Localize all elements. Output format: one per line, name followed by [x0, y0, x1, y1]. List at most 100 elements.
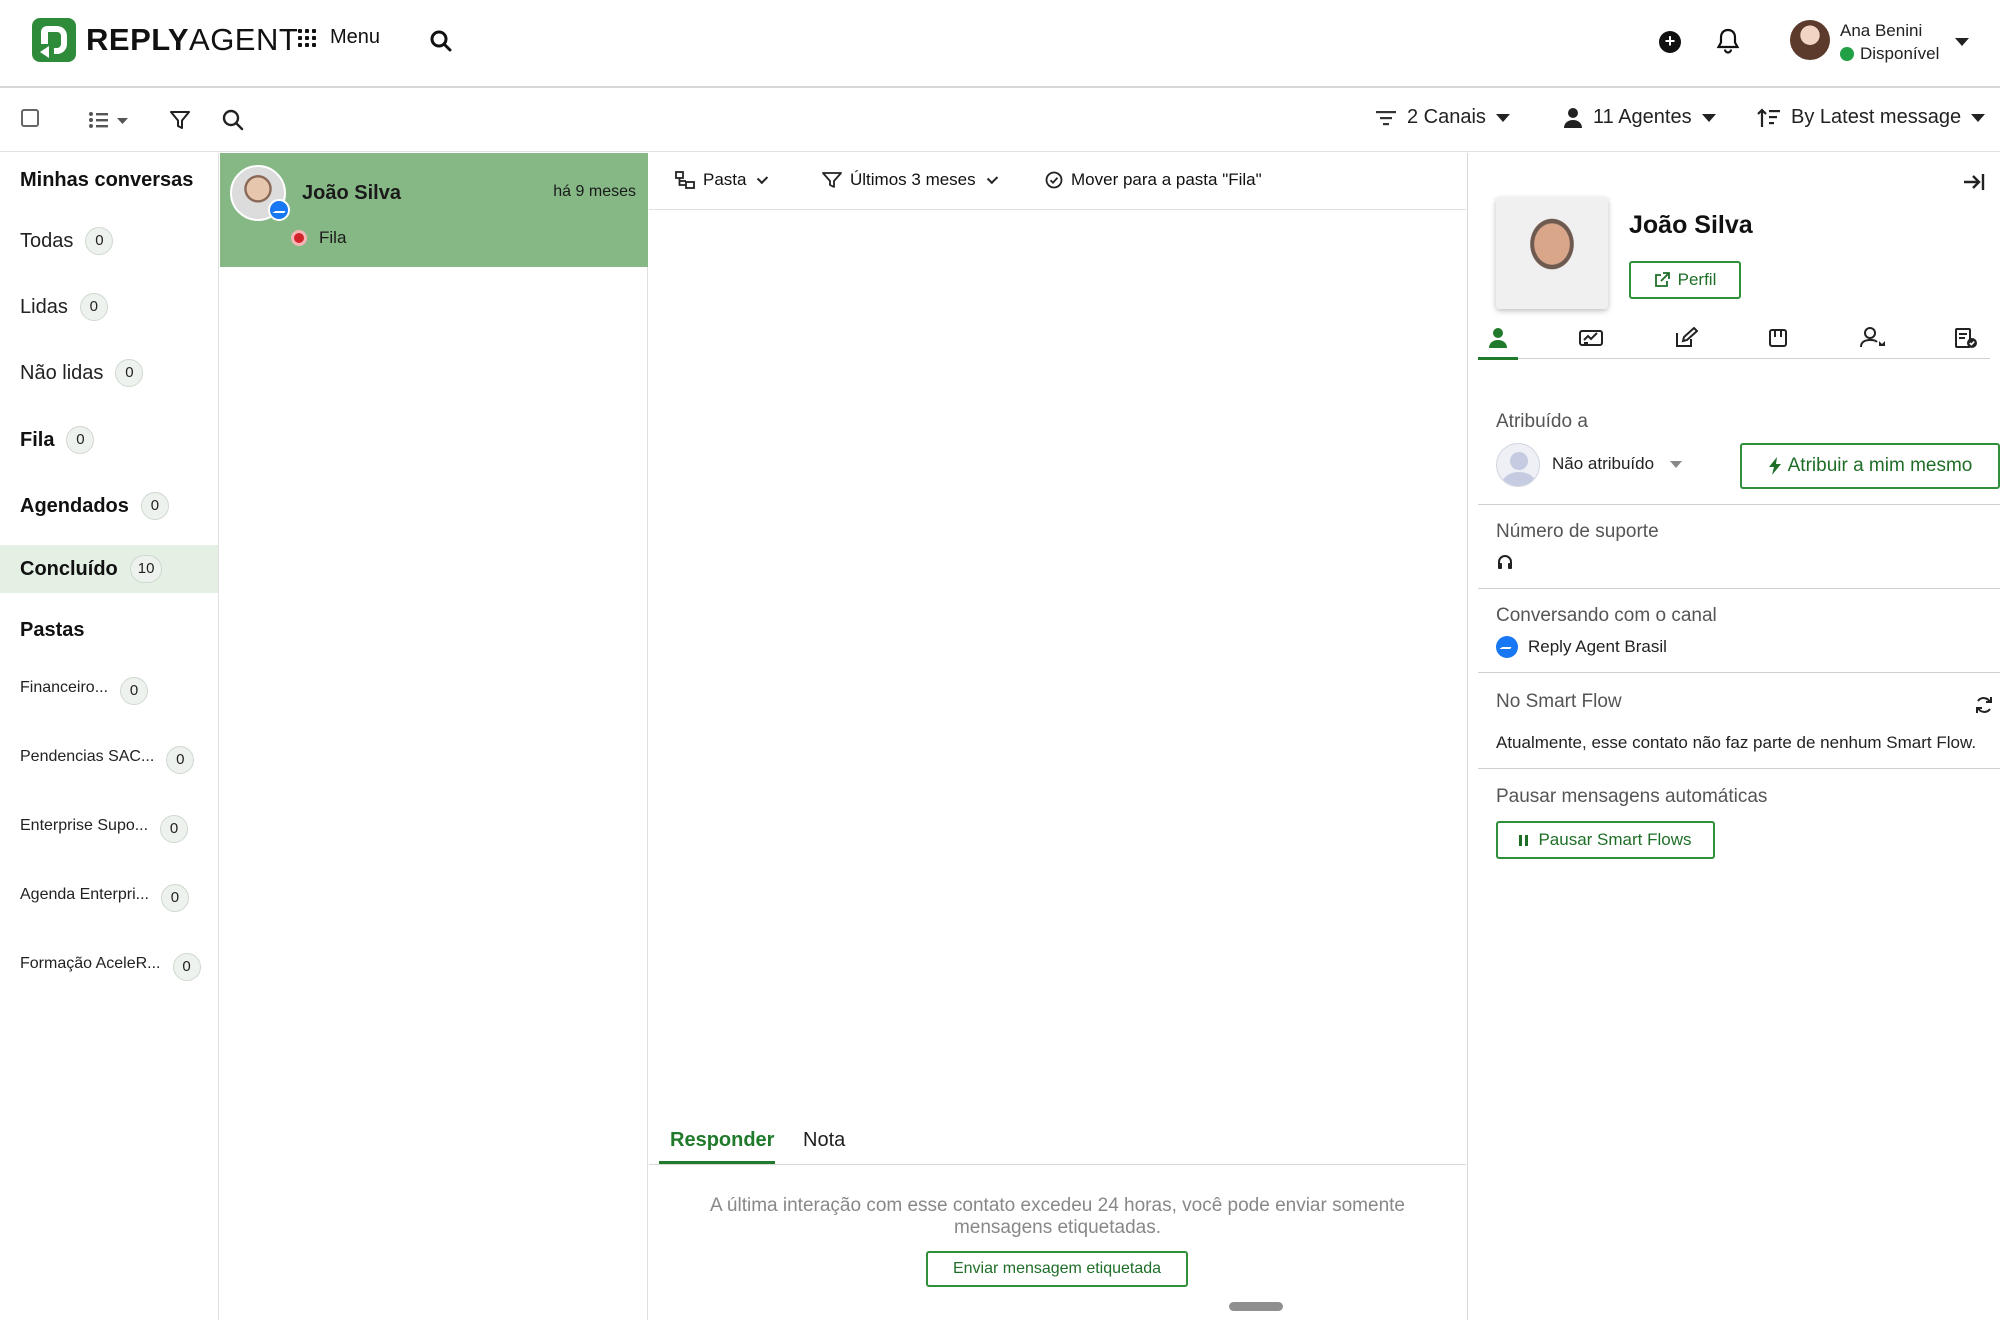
- add-circle-icon[interactable]: +: [1659, 31, 1681, 53]
- sort-dropdown[interactable]: By Latest message: [1757, 106, 1986, 129]
- tab-note[interactable]: Nota: [803, 1129, 845, 1152]
- sidebar-item-todas[interactable]: Todas 0: [0, 217, 218, 265]
- resize-handle[interactable]: [1229, 1302, 1283, 1311]
- filter-icon[interactable]: [169, 109, 191, 136]
- assignee-dropdown[interactable]: Não atribuído: [1552, 454, 1683, 474]
- refresh-icon[interactable]: [1974, 695, 1994, 720]
- conversation-name: João Silva: [302, 182, 401, 204]
- chevron-down-icon: [1701, 113, 1716, 122]
- folder-tree-icon: [675, 171, 695, 189]
- sidebar-item-label: Lidas: [20, 295, 68, 318]
- smart-flow-label: No Smart Flow: [1496, 691, 1622, 712]
- period-dropdown-label: Últimos 3 meses: [850, 170, 976, 189]
- collapse-panel-icon[interactable]: [1962, 171, 1986, 198]
- assign-user-tab-icon[interactable]: [1860, 327, 1886, 354]
- sort-icon: [1757, 107, 1780, 127]
- profile-button[interactable]: Perfil: [1629, 261, 1741, 299]
- channel-label: Conversando com o canal: [1496, 605, 1717, 626]
- count-badge: 0: [85, 227, 114, 255]
- folder-item-formacao-aceler[interactable]: Formação AceleR... 0: [0, 940, 218, 988]
- folder-label: Pendencias SAC...: [20, 748, 155, 765]
- sidebar-item-nao-lidas[interactable]: Não lidas 0: [0, 349, 218, 397]
- messenger-icon: [1496, 636, 1518, 658]
- my-conversations-heading: Minhas conversas: [20, 169, 194, 191]
- conversation-status: Fila: [319, 228, 347, 247]
- sidebar-item-label: Agendados: [20, 494, 129, 517]
- view-mode-dropdown[interactable]: [88, 111, 128, 134]
- tab-reply[interactable]: Responder: [670, 1129, 774, 1152]
- pause-smart-flows-button[interactable]: Pausar Smart Flows: [1496, 821, 1715, 859]
- chat-panel: Pasta Últimos 3 meses Mover para a pasta…: [649, 153, 1466, 1320]
- user-avatar[interactable]: [1790, 20, 1830, 60]
- apps-grid-icon: [298, 28, 316, 47]
- headset-icon: [1496, 553, 1514, 576]
- folder-label: Enterprise Supo...: [20, 817, 149, 834]
- folder-item-pendencias-sac[interactable]: Pendencias SAC... 0: [0, 733, 218, 781]
- sidebar-item-label: Fila: [20, 428, 55, 451]
- period-dropdown[interactable]: Últimos 3 meses: [822, 170, 998, 190]
- divider: [1478, 588, 2000, 589]
- menu-button[interactable]: Menu: [298, 26, 380, 49]
- logo-icon: [32, 18, 76, 62]
- search-icon[interactable]: [430, 30, 452, 57]
- search-icon[interactable]: [222, 109, 244, 136]
- deals-tab-icon[interactable]: [1578, 327, 1604, 354]
- smart-flow-text: Atualmente, esse contato não faz parte d…: [1496, 733, 1977, 752]
- sidebar-item-fila[interactable]: Fila 0: [0, 416, 218, 464]
- chat-toolbar: Pasta Últimos 3 meses Mover para a pasta…: [649, 153, 1466, 210]
- select-all-checkbox[interactable]: [21, 109, 39, 127]
- count-badge: 0: [160, 884, 189, 912]
- user-name[interactable]: Ana Benini: [1840, 21, 1922, 41]
- move-to-queue-button[interactable]: Mover para a pasta "Fila": [1045, 170, 1262, 190]
- edit-tab-icon[interactable]: [1674, 326, 1699, 354]
- pause-messages-label: Pausar mensagens automáticas: [1496, 786, 1768, 807]
- conversation-item[interactable]: João Silva há 9 meses Fila: [220, 153, 648, 267]
- user-status[interactable]: Disponível: [1840, 44, 1939, 64]
- app-root: REPLYAGENT Menu + Ana Benini Disponível: [0, 0, 2000, 1320]
- folder-item-enterprise-suporte[interactable]: Enterprise Supo... 0: [0, 802, 218, 850]
- count-badge: 0: [79, 293, 108, 321]
- count-badge: 0: [115, 359, 144, 387]
- assigned-to-label: Atribuído a: [1496, 411, 1588, 432]
- folders-heading: Pastas: [20, 619, 85, 641]
- agents-filter[interactable]: 11 Agentes: [1563, 106, 1716, 129]
- list-toolbar: 2 Canais 11 Agentes By Latest message: [0, 88, 2000, 152]
- sidebar-item-agendados[interactable]: Agendados 0: [0, 482, 218, 530]
- contact-info-tab-icon[interactable]: [1488, 327, 1508, 354]
- contact-name: João Silva: [1629, 211, 1753, 239]
- filter-icon: [822, 172, 842, 188]
- count-badge: 0: [160, 815, 189, 843]
- active-tab-indicator: [659, 1161, 775, 1164]
- channel-row: Reply Agent Brasil: [1496, 636, 1667, 658]
- folder-dropdown[interactable]: Pasta: [675, 170, 769, 190]
- filter-lines-icon: [1376, 110, 1396, 125]
- messenger-icon: [268, 199, 290, 221]
- history-tab-icon[interactable]: [1954, 327, 1978, 354]
- channels-filter[interactable]: 2 Canais: [1375, 106, 1510, 129]
- sidebar-item-concluido[interactable]: Concluído 10: [0, 545, 218, 593]
- send-tagged-message-button[interactable]: Enviar mensagem etiquetada: [926, 1251, 1188, 1287]
- external-link-icon: [1654, 272, 1670, 287]
- queue-status-icon: [291, 230, 307, 246]
- chevron-down-icon[interactable]: [1955, 38, 1969, 46]
- brand-logo[interactable]: REPLYAGENT: [32, 18, 298, 62]
- pause-icon: [1519, 834, 1529, 846]
- kanban-tab-icon[interactable]: [1768, 327, 1788, 354]
- bell-icon[interactable]: [1716, 28, 1740, 59]
- person-icon: [1564, 107, 1582, 128]
- check-circle-icon: [1045, 171, 1063, 189]
- folder-dropdown-label: Pasta: [703, 170, 747, 189]
- folder-label: Formação AceleR...: [20, 955, 161, 972]
- assign-to-me-button[interactable]: Atribuir a mim mesmo: [1740, 443, 2000, 489]
- folder-item-agenda-enterprise[interactable]: Agenda Enterpri... 0: [0, 871, 218, 919]
- user-status-label: Disponível: [1860, 44, 1940, 63]
- support-number-label: Número de suporte: [1496, 521, 1659, 542]
- sidebar-item-lidas[interactable]: Lidas 0: [0, 283, 218, 331]
- sort-label: By Latest message: [1791, 106, 1962, 128]
- folder-item-financeiro[interactable]: Financeiro... 0: [0, 664, 218, 712]
- move-to-queue-label: Mover para a pasta "Fila": [1071, 170, 1262, 189]
- agents-label: 11 Agentes: [1593, 106, 1692, 128]
- status-dot-icon: [1840, 47, 1854, 61]
- count-badge: 0: [66, 426, 95, 454]
- count-badge: 0: [120, 677, 149, 705]
